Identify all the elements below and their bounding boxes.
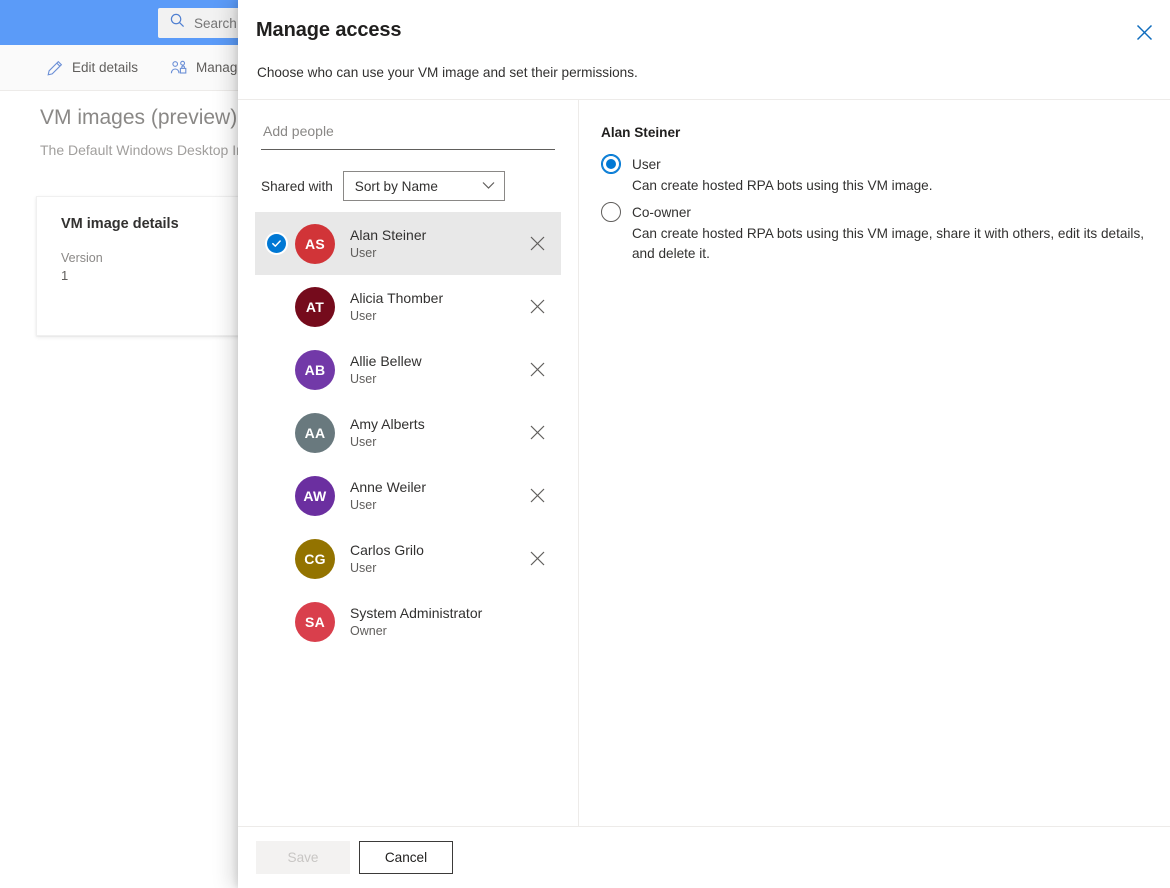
person-row[interactable]: AA Amy AlbertsUser (255, 401, 561, 464)
permission-radio-row[interactable]: Co-owner (601, 202, 1148, 222)
person-name: Alicia Thomber (350, 289, 521, 308)
radio-button[interactable] (601, 154, 621, 174)
version-value: 1 (61, 268, 68, 283)
permission-label: Co-owner (632, 205, 691, 220)
remove-person-button[interactable] (521, 417, 553, 449)
close-icon (530, 488, 545, 503)
add-people-input[interactable] (261, 117, 555, 150)
remove-person-button[interactable] (521, 480, 553, 512)
shared-with-list: ASAlan SteinerUserATAlicia ThomberUserAB… (255, 212, 561, 653)
close-button[interactable] (1128, 16, 1160, 48)
permission-option: Co-owner Can create hosted RPA bots using… (601, 202, 1148, 264)
save-button[interactable]: Save (256, 841, 350, 874)
avatar: AW (295, 476, 335, 516)
sort-dropdown-value: Sort by Name (355, 179, 482, 194)
person-selected-check (265, 233, 287, 255)
edit-details-button[interactable]: Edit details (40, 50, 144, 86)
person-role: User (350, 371, 521, 388)
version-label: Version (61, 251, 103, 265)
chevron-down-icon (482, 177, 495, 195)
person-role: Owner (350, 623, 521, 640)
person-role: User (350, 434, 521, 451)
avatar: AT (295, 287, 335, 327)
remove-person-button[interactable] (521, 354, 553, 386)
remove-person-button[interactable] (521, 291, 553, 323)
cancel-button[interactable]: Cancel (359, 841, 453, 874)
person-name: Alan Steiner (350, 226, 521, 245)
person-selected-check (265, 485, 287, 507)
person-text: Carlos GriloUser (350, 541, 521, 577)
close-icon (530, 236, 545, 251)
dialog-subtitle: Choose who can use your VM image and set… (257, 65, 638, 80)
permission-option: User Can create hosted RPA bots using thi… (601, 154, 1148, 196)
person-name: System Administrator (350, 604, 521, 623)
pencil-icon (46, 59, 64, 77)
remove-person-button[interactable] (521, 543, 553, 575)
dialog-title: Manage access (256, 19, 401, 42)
avatar: AB (295, 350, 335, 390)
sort-dropdown[interactable]: Sort by Name (343, 171, 505, 201)
person-name: Anne Weiler (350, 478, 521, 497)
permission-label: User (632, 157, 661, 172)
shared-with-label: Shared with (261, 179, 333, 194)
person-role: User (350, 497, 521, 514)
remove-person-button[interactable] (521, 228, 553, 260)
close-icon (530, 551, 545, 566)
breadcrumb-title[interactable]: VM images (preview) (40, 106, 237, 130)
person-row[interactable]: AW Anne WeilerUser (255, 464, 561, 527)
close-icon (530, 362, 545, 377)
person-text: Amy AlbertsUser (350, 415, 521, 451)
person-text: Allie BellewUser (350, 352, 521, 388)
dialog-footer: Save Cancel (238, 827, 1170, 888)
manage-access-dialog: Manage access Choose who can use your VM… (238, 0, 1170, 888)
people-pane: Shared with Sort by Name ASAlan SteinerU… (238, 99, 578, 826)
person-text: System AdministratorOwner (350, 604, 521, 640)
avatar: AS (295, 224, 335, 264)
permission-options-group: User Can create hosted RPA bots using thi… (601, 154, 1148, 264)
person-row[interactable]: AT Alicia ThomberUser (255, 275, 561, 338)
person-selected-check (265, 296, 287, 318)
person-text: Alan SteinerUser (350, 226, 521, 262)
person-text: Alicia ThomberUser (350, 289, 521, 325)
radio-button[interactable] (601, 202, 621, 222)
check-icon (267, 234, 286, 253)
search-icon (170, 13, 185, 33)
permission-description: Can create hosted RPA bots using this VM… (632, 176, 1148, 196)
page-subtitle: The Default Windows Desktop Image (40, 142, 271, 158)
close-icon (530, 299, 545, 314)
shared-with-row: Shared with Sort by Name (261, 171, 505, 201)
person-row[interactable]: SA System AdministratorOwner (255, 590, 561, 653)
person-selected-check (265, 611, 287, 633)
search-placeholder-text: Search (194, 16, 237, 31)
close-icon (530, 425, 545, 440)
avatar: CG (295, 539, 335, 579)
person-selected-check (265, 548, 287, 570)
person-row[interactable]: AB Allie BellewUser (255, 338, 561, 401)
person-name: Allie Bellew (350, 352, 521, 371)
close-icon (1136, 24, 1153, 41)
permissions-pane: Alan Steiner User Can create hosted RPA b… (579, 99, 1170, 826)
person-role: User (350, 308, 521, 325)
person-selected-check (265, 422, 287, 444)
manage-access-icon (170, 59, 188, 77)
permission-person-name: Alan Steiner (601, 125, 1148, 140)
person-name: Carlos Grilo (350, 541, 521, 560)
person-role: User (350, 560, 521, 577)
person-selected-check (265, 359, 287, 381)
breadcrumb[interactable]: VM images (preview) › (40, 106, 251, 130)
permission-description: Can create hosted RPA bots using this VM… (632, 224, 1148, 264)
person-row[interactable]: CG Carlos GriloUser (255, 527, 561, 590)
person-row[interactable]: AS Alan SteinerUser (255, 212, 561, 275)
avatar: AA (295, 413, 335, 453)
person-role: User (350, 245, 521, 262)
details-card-title: VM image details (61, 216, 179, 232)
permission-radio-row[interactable]: User (601, 154, 1148, 174)
avatar: SA (295, 602, 335, 642)
person-name: Amy Alberts (350, 415, 521, 434)
person-text: Anne WeilerUser (350, 478, 521, 514)
edit-details-label: Edit details (72, 60, 138, 75)
